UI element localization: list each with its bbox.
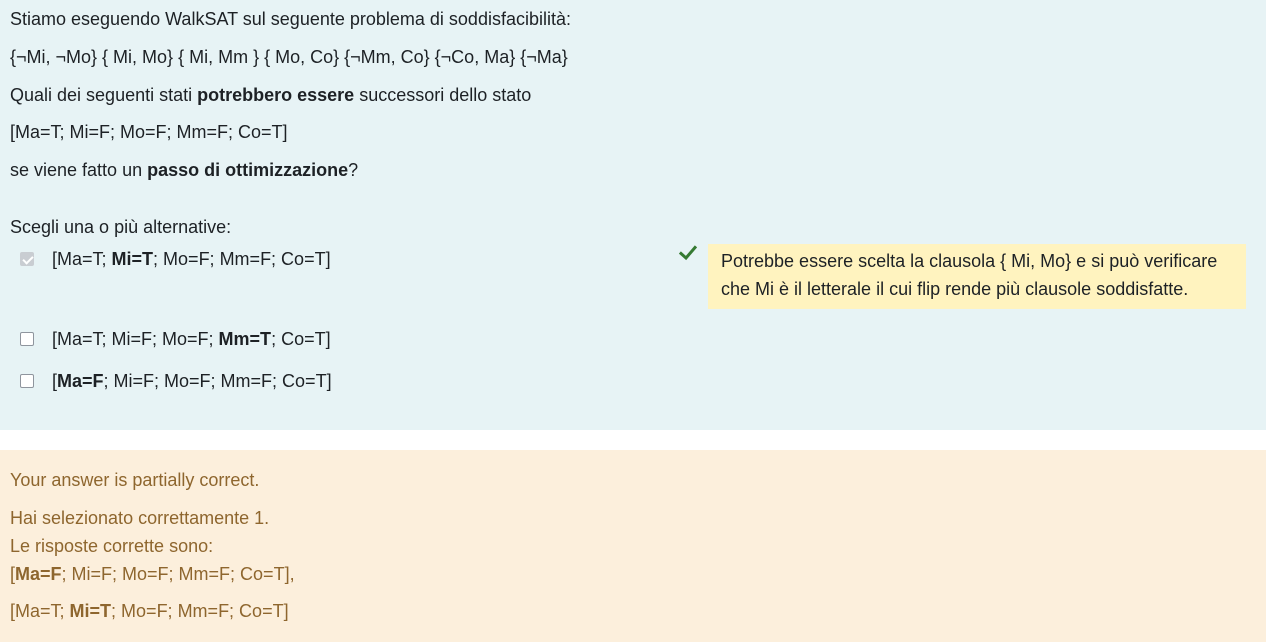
correct-answers-label: Le risposte corrette sono: (10, 536, 214, 556)
step-suffix: ? (348, 160, 359, 180)
option-1-bold: Mi=T (111, 249, 154, 269)
option-2-suffix: ; Co=T] (271, 329, 331, 349)
ask-suffix: successori dello stato (354, 85, 532, 105)
choose-label: Scegli una o più alternative: (10, 217, 232, 237)
option-1-prefix: [Ma=T; (52, 249, 112, 269)
answer-2-bold: Mi=T (69, 601, 112, 621)
question-intro: Stiamo eseguendo WalkSAT sul seguente pr… (10, 9, 571, 29)
option-feedback-line2: che Mi è il letterale il cui flip rende … (721, 279, 1189, 299)
question-panel: Stiamo eseguendo WalkSAT sul seguente pr… (0, 0, 1266, 430)
answer-1-bold: Ma=F (15, 564, 62, 584)
feedback-status: Your answer is partially correct. (10, 470, 260, 490)
option-feedback-line1: Potrebbe essere scelta la clausola { Mi,… (721, 251, 1218, 271)
answer-option-3[interactable]: [Ma=F; Mi=F; Mo=F; Mm=F; Co=T] (20, 369, 332, 393)
current-state: [Ma=T; Mi=F; Mo=F; Mm=F; Co=T] (10, 122, 288, 142)
option-feedback: Potrebbe essere scelta la clausola { Mi,… (708, 244, 1246, 309)
correct-answer-1: [Ma=F; Mi=F; Mo=F; Mm=F; Co=T], (10, 562, 295, 586)
answer-option-1[interactable]: [Ma=T; Mi=T; Mo=F; Mm=F; Co=T] (20, 247, 331, 271)
question-ask: Quali dei seguenti stati potrebbero esse… (10, 83, 531, 107)
correct-answer-2: [Ma=T; Mi=T; Mo=F; Mm=F; Co=T] (10, 599, 289, 623)
option-2-label: [Ma=T; Mi=F; Mo=F; Mm=T; Co=T] (52, 327, 331, 351)
option-3-bold: Ma=F (57, 371, 104, 391)
checkbox-option-3[interactable] (20, 374, 34, 388)
clauses-text: {¬Mi, ¬Mo} { Mi, Mo} { Mi, Mm } { Mo, Co… (10, 47, 568, 67)
answer-1-suffix: ; Mi=F; Mo=F; Mm=F; Co=T], (61, 564, 295, 584)
option-1-suffix: ; Mo=F; Mm=F; Co=T] (153, 249, 331, 269)
step-bold: passo di ottimizzazione (147, 160, 349, 180)
ask-prefix: Quali dei seguenti stati (10, 85, 198, 105)
option-2-prefix: [Ma=T; Mi=F; Mo=F; (52, 329, 219, 349)
option-2-bold: Mm=T (218, 329, 272, 349)
answer-2-prefix: [Ma=T; (10, 601, 70, 621)
checkbox-option-2[interactable] (20, 332, 34, 346)
general-feedback-panel: Your answer is partially correct. Hai se… (0, 450, 1266, 642)
checkbox-option-1[interactable] (20, 252, 34, 266)
step-prefix: se viene fatto un (10, 160, 148, 180)
option-3-label: [Ma=F; Mi=F; Mo=F; Mm=F; Co=T] (52, 369, 332, 393)
feedback-selected-correct: Hai selezionato correttamente 1. (10, 508, 270, 528)
option-3-suffix: ; Mi=F; Mo=F; Mm=F; Co=T] (103, 371, 332, 391)
question-step: se viene fatto un passo di ottimizzazion… (10, 158, 358, 182)
answer-2-suffix: ; Mo=F; Mm=F; Co=T] (111, 601, 289, 621)
option-1-label: [Ma=T; Mi=T; Mo=F; Mm=F; Co=T] (52, 247, 331, 271)
ask-bold: potrebbero essere (197, 85, 355, 105)
answer-option-2[interactable]: [Ma=T; Mi=F; Mo=F; Mm=T; Co=T] (20, 327, 331, 351)
check-icon (679, 245, 697, 261)
